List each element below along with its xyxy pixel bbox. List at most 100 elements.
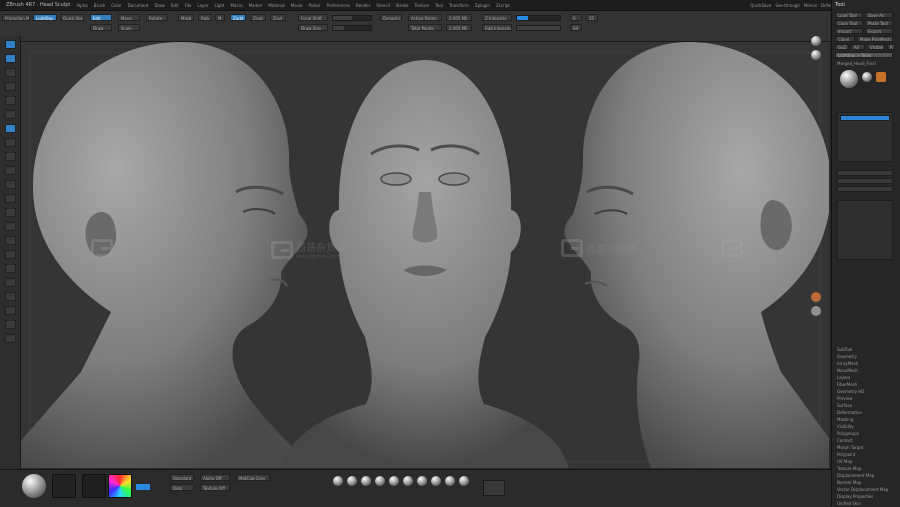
- brush-preset-8-icon[interactable]: [431, 476, 441, 486]
- section-polygroups[interactable]: Polygroups: [837, 431, 859, 436]
- section-uv-map[interactable]: UV Map: [837, 459, 852, 464]
- dynamic-button[interactable]: Dynamic: [380, 14, 402, 21]
- section-fibermesh[interactable]: FiberMesh: [837, 382, 857, 387]
- current-tool-thumbnail[interactable]: [840, 70, 858, 88]
- rgb-intensity-slider[interactable]: [516, 25, 561, 31]
- floor-icon[interactable]: [5, 250, 16, 259]
- menu-edit[interactable]: Edit: [171, 3, 179, 8]
- xyz-icon[interactable]: [5, 292, 16, 301]
- section-subtool[interactable]: SubTool: [837, 347, 852, 352]
- section-masking[interactable]: Masking: [837, 417, 854, 422]
- section-vector-displacement[interactable]: Vector Displacement Map: [837, 487, 888, 492]
- rotate-tool-icon[interactable]: [5, 82, 16, 91]
- section-normal-map[interactable]: Normal Map: [837, 480, 861, 485]
- menu-stroke[interactable]: Stroke: [396, 3, 409, 8]
- local-icon[interactable]: [5, 264, 16, 273]
- move-button[interactable]: Move: [118, 14, 140, 21]
- draw-tool-icon[interactable]: [5, 40, 16, 49]
- section-displacement-map[interactable]: Displacement Map: [837, 473, 874, 478]
- standard-brush-icon[interactable]: [22, 474, 46, 498]
- menu-transform[interactable]: Transform: [449, 3, 469, 8]
- focal-shift-slider[interactable]: [332, 15, 372, 21]
- menu-material[interactable]: Material: [268, 3, 284, 8]
- frame-icon[interactable]: [5, 306, 16, 315]
- menu-marker[interactable]: Marker: [249, 3, 263, 8]
- brush-preset-5-icon[interactable]: [389, 476, 399, 486]
- lsym-icon[interactable]: [5, 278, 16, 287]
- menu-file[interactable]: File: [185, 3, 192, 8]
- quicksave-button[interactable]: QuickSave: [750, 3, 771, 8]
- save-as-button[interactable]: Save As: [865, 12, 893, 18]
- polymesh-star-icon[interactable]: [876, 72, 886, 82]
- menu-zscript[interactable]: Zscript: [496, 3, 510, 8]
- lightbox-tools-button[interactable]: Lightbox > Tools: [835, 52, 893, 58]
- stroke-dots-icon[interactable]: [52, 474, 76, 498]
- menu-brush[interactable]: Brush: [94, 3, 106, 8]
- menu-alpha[interactable]: Alpha: [76, 3, 87, 8]
- section-contact[interactable]: Contact: [837, 438, 853, 443]
- gray-sphere-icon[interactable]: [811, 306, 821, 316]
- brush-preset-10-icon[interactable]: [459, 476, 469, 486]
- layers-panel[interactable]: [837, 200, 893, 260]
- color-slider[interactable]: [136, 484, 150, 490]
- scroll-icon[interactable]: [5, 180, 16, 189]
- brush-preset-slot[interactable]: [483, 480, 505, 496]
- menu-picker[interactable]: Picker: [309, 3, 321, 8]
- goz-button[interactable]: GoZ: [835, 44, 849, 50]
- bpr-render-icon[interactable]: [811, 36, 821, 46]
- geometry-section-header[interactable]: [837, 170, 893, 176]
- material-icon[interactable]: [5, 152, 16, 161]
- menu-preferences[interactable]: Preferences: [326, 3, 350, 8]
- export-button[interactable]: Export: [865, 28, 893, 34]
- brush-preset-3-icon[interactable]: [361, 476, 371, 486]
- scale-button[interactable]: Scale: [118, 24, 140, 31]
- texture-icon[interactable]: [5, 138, 16, 147]
- section-arraymesh[interactable]: ArrayMesh: [837, 361, 858, 366]
- color-icon[interactable]: [5, 166, 16, 175]
- nanomesh-section-header[interactable]: [837, 186, 893, 192]
- aahalf-icon[interactable]: [5, 222, 16, 231]
- transp-icon[interactable]: [5, 334, 16, 343]
- brush-preset-1-icon[interactable]: [333, 476, 343, 486]
- menu-stencil[interactable]: Stencil: [376, 3, 390, 8]
- alpha-off-icon[interactable]: [82, 474, 106, 498]
- menu-zplugin[interactable]: Zplugin: [475, 3, 490, 8]
- copy-tool-button[interactable]: Copy Tool: [835, 20, 863, 26]
- canvas-viewport[interactable]: 西基杂货铺 www.cgzhou.com 西基杂货铺: [21, 42, 829, 468]
- scale-tool-icon[interactable]: [5, 68, 16, 77]
- rotate-button[interactable]: Rotate: [146, 14, 168, 21]
- menu-movie[interactable]: Movie: [291, 3, 303, 8]
- section-geometry-hd[interactable]: Geometry HD: [837, 389, 864, 394]
- make-polymesh-button[interactable]: Make PolyMesh3D: [857, 36, 893, 42]
- menu-document[interactable]: Document: [128, 3, 149, 8]
- clone-button[interactable]: Clone: [835, 36, 855, 42]
- arraymesh-section-header[interactable]: [837, 178, 893, 184]
- section-polypaint[interactable]: Polypaint: [837, 452, 855, 457]
- section-display-properties[interactable]: Display Properties: [837, 494, 873, 499]
- brush-icon[interactable]: [5, 96, 16, 105]
- import-button[interactable]: Import: [835, 28, 863, 34]
- menu-texture[interactable]: Texture: [415, 3, 430, 8]
- menu-draw[interactable]: Draw: [154, 3, 164, 8]
- alpha-icon[interactable]: [5, 124, 16, 133]
- z-intensity-slider[interactable]: [516, 15, 561, 21]
- draw-button[interactable]: Draw: [90, 24, 112, 31]
- brush-preset-9-icon[interactable]: [445, 476, 455, 486]
- section-visibility[interactable]: Visibility: [837, 424, 854, 429]
- menu-macro[interactable]: Macro: [230, 3, 242, 8]
- zadd-button[interactable]: Zadd: [230, 14, 246, 21]
- actual-icon[interactable]: [5, 208, 16, 217]
- menu-tool[interactable]: Tool: [435, 3, 443, 8]
- draw-size-slider[interactable]: [332, 25, 372, 31]
- menu-light[interactable]: Light: [215, 3, 225, 8]
- see-through-slider[interactable]: See-through: [775, 3, 800, 8]
- sphere-tool-thumbnail[interactable]: [862, 72, 872, 82]
- load-tool-button[interactable]: Load Tool: [835, 12, 863, 18]
- lightbox-button[interactable]: LightBox: [33, 14, 57, 21]
- stroke-icon[interactable]: [5, 110, 16, 119]
- section-layers[interactable]: Layers: [837, 375, 850, 380]
- section-preview[interactable]: Preview: [837, 396, 853, 401]
- polyf-icon[interactable]: [5, 320, 16, 329]
- quick-sketch-button[interactable]: Quick Sketch: [60, 14, 84, 21]
- zoom-icon[interactable]: [5, 194, 16, 203]
